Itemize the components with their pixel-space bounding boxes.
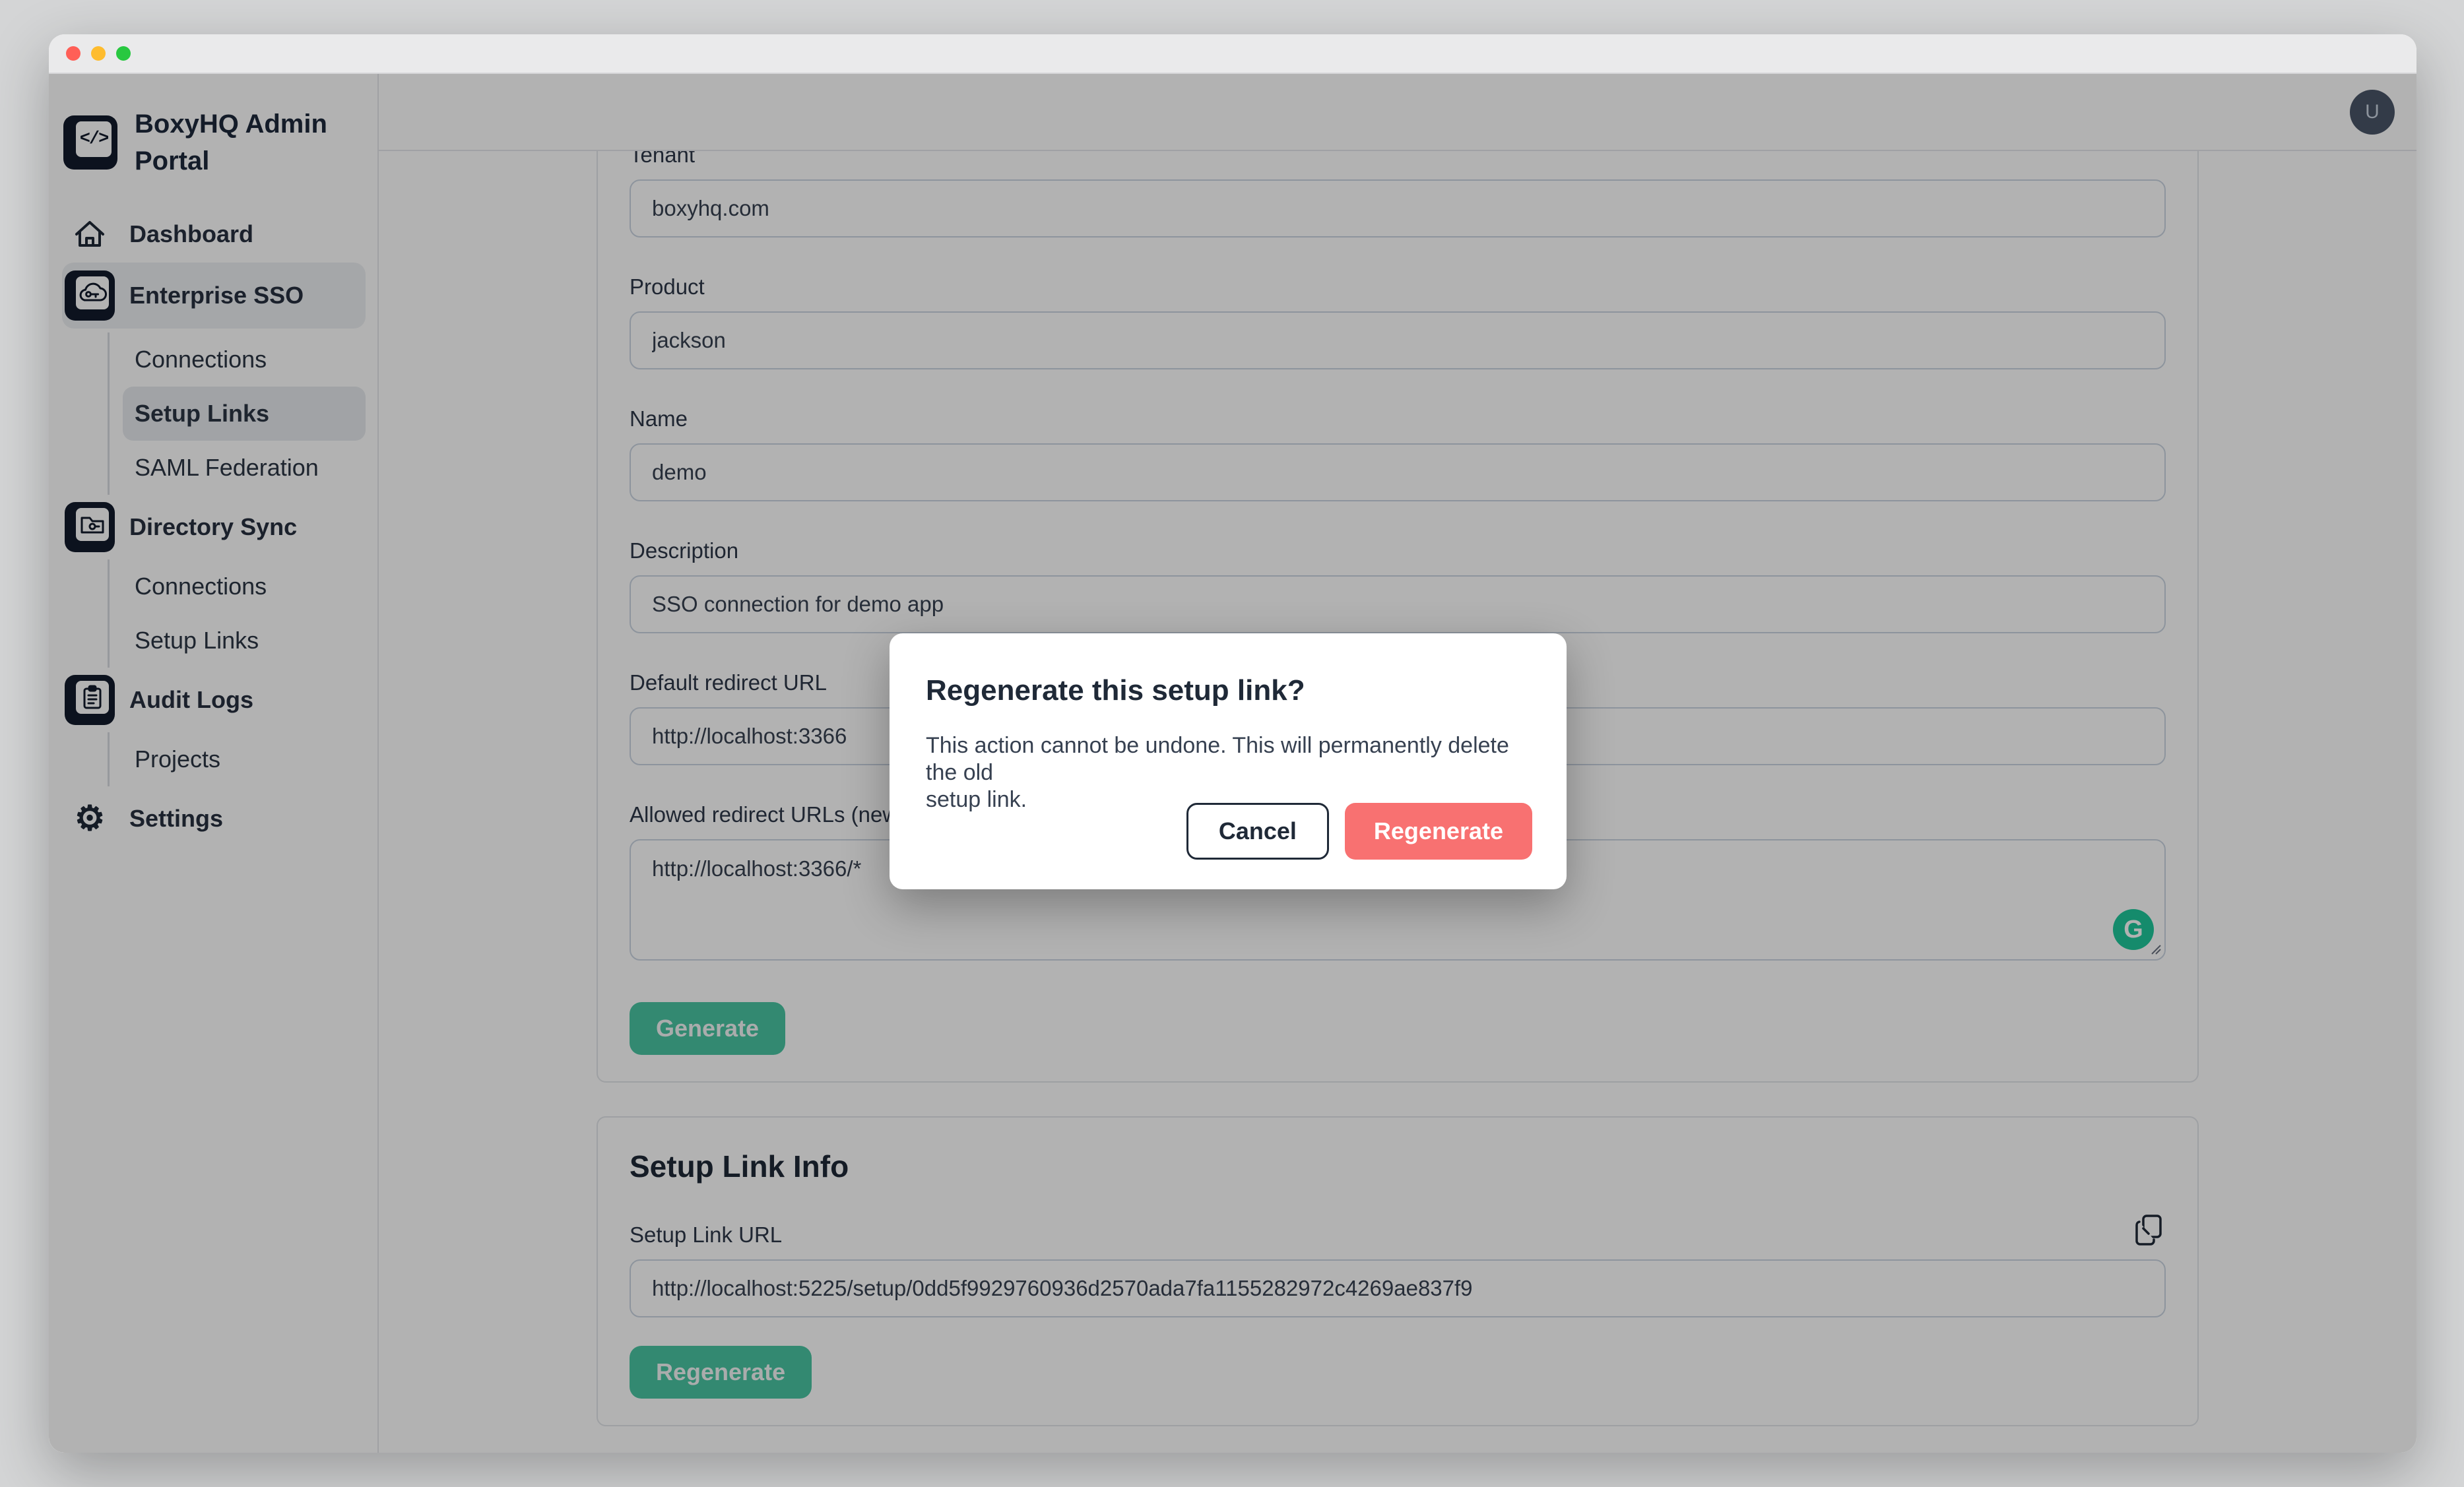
zoom-window-button[interactable]	[116, 46, 131, 61]
minimize-window-button[interactable]	[91, 46, 106, 61]
window-titlebar	[49, 34, 2416, 74]
regenerate-confirm-modal: Regenerate this setup link? This action …	[890, 633, 1567, 889]
cancel-button[interactable]: Cancel	[1186, 803, 1329, 860]
modal-title: Regenerate this setup link?	[926, 674, 1532, 707]
confirm-regenerate-button[interactable]: Regenerate	[1345, 803, 1532, 860]
app-window: </> BoxyHQ Admin Portal Dashboard	[49, 34, 2416, 1453]
modal-body-line1: This action cannot be undone. This will …	[926, 732, 1532, 786]
close-window-button[interactable]	[66, 46, 81, 61]
